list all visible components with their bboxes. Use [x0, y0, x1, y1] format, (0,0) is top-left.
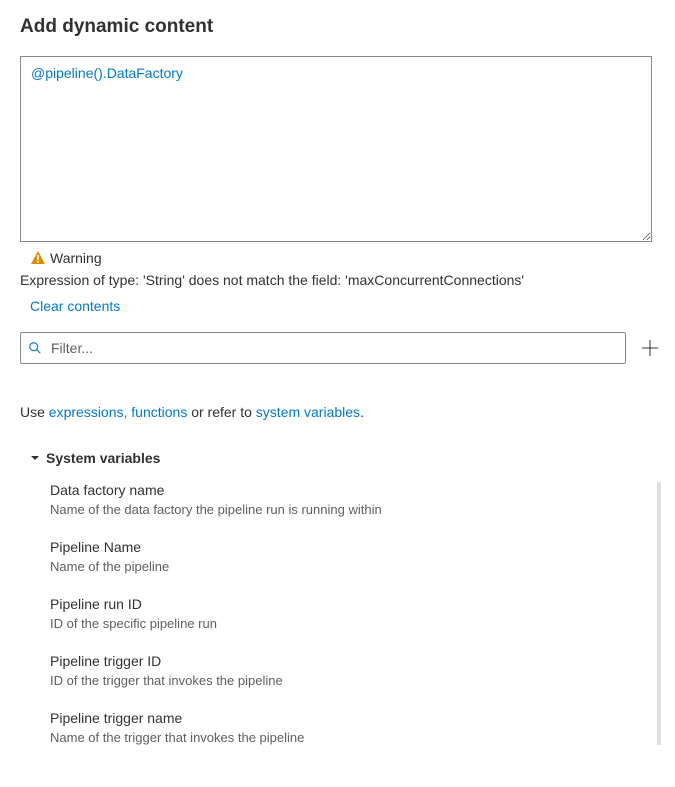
help-middle: or refer to [187, 404, 255, 420]
list-item[interactable]: Pipeline trigger name Name of the trigge… [50, 710, 655, 745]
system-variables-section: System variables Data factory name Name … [20, 450, 655, 745]
list-item[interactable]: Pipeline Name Name of the pipeline [50, 539, 655, 574]
variable-title: Pipeline Name [50, 539, 655, 555]
variable-desc: ID of the specific pipeline run [50, 616, 655, 631]
help-text: Use expressions, functions or refer to s… [20, 404, 655, 420]
system-variables-link[interactable]: system variables [256, 404, 360, 420]
warning-row: Warning [30, 250, 655, 266]
section-header[interactable]: System variables [20, 450, 655, 466]
filter-wrapper [20, 332, 626, 364]
variable-desc: Name of the pipeline [50, 559, 655, 574]
page-title: Add dynamic content [20, 16, 655, 38]
help-prefix: Use [20, 404, 49, 420]
list-item[interactable]: Data factory name Name of the data facto… [50, 482, 655, 517]
search-icon [28, 341, 42, 355]
scrollbar[interactable] [657, 482, 661, 745]
variable-title: Pipeline run ID [50, 596, 655, 612]
variable-title: Pipeline trigger ID [50, 653, 655, 669]
clear-contents-link[interactable]: Clear contents [30, 298, 120, 314]
help-suffix: . [360, 404, 364, 420]
warning-message: Expression of type: 'String' does not ma… [20, 272, 655, 288]
list-item[interactable]: Pipeline run ID ID of the specific pipel… [50, 596, 655, 631]
variable-desc: ID of the trigger that invokes the pipel… [50, 673, 655, 688]
warning-label: Warning [50, 250, 102, 266]
warning-icon [30, 250, 46, 266]
variable-title: Pipeline trigger name [50, 710, 655, 726]
variable-desc: Name of the trigger that invokes the pip… [50, 730, 655, 745]
add-button[interactable] [640, 338, 660, 358]
variable-title: Data factory name [50, 482, 655, 498]
chevron-down-icon [30, 453, 40, 463]
expression-input[interactable] [20, 56, 652, 242]
expressions-functions-link[interactable]: expressions, functions [49, 404, 188, 420]
section-title: System variables [46, 450, 160, 466]
filter-input[interactable] [20, 332, 626, 364]
list-item[interactable]: Pipeline trigger ID ID of the trigger th… [50, 653, 655, 688]
variable-desc: Name of the data factory the pipeline ru… [50, 502, 655, 517]
variable-list: Data factory name Name of the data facto… [20, 482, 655, 745]
